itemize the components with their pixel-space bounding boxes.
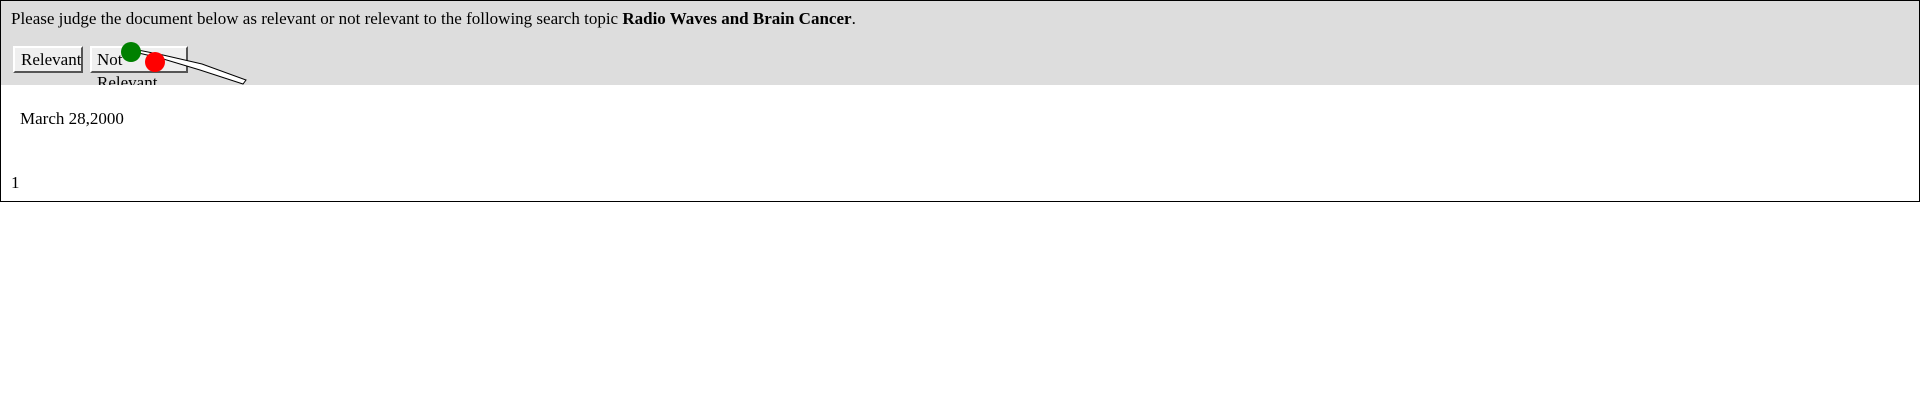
page-number: 1 <box>11 173 20 192</box>
instruction-text: Please judge the document below as relev… <box>11 9 856 29</box>
instruction-suffix: . <box>851 9 856 28</box>
document-date: March 28,2000 <box>20 109 124 128</box>
search-topic: Radio Waves and Brain Cancer <box>622 9 852 28</box>
instruction-prefix: Please judge the document below as relev… <box>11 9 619 28</box>
not-relevant-button[interactable]: Not Relevant <box>90 46 188 92</box>
judgment-page: Please judge the document below as relev… <box>0 0 1920 400</box>
document-panel: March 28,2000 1 <box>0 85 1920 202</box>
topic-panel: Please judge the document below as relev… <box>0 0 1920 92</box>
relevant-button[interactable]: Relevant <box>13 46 83 73</box>
